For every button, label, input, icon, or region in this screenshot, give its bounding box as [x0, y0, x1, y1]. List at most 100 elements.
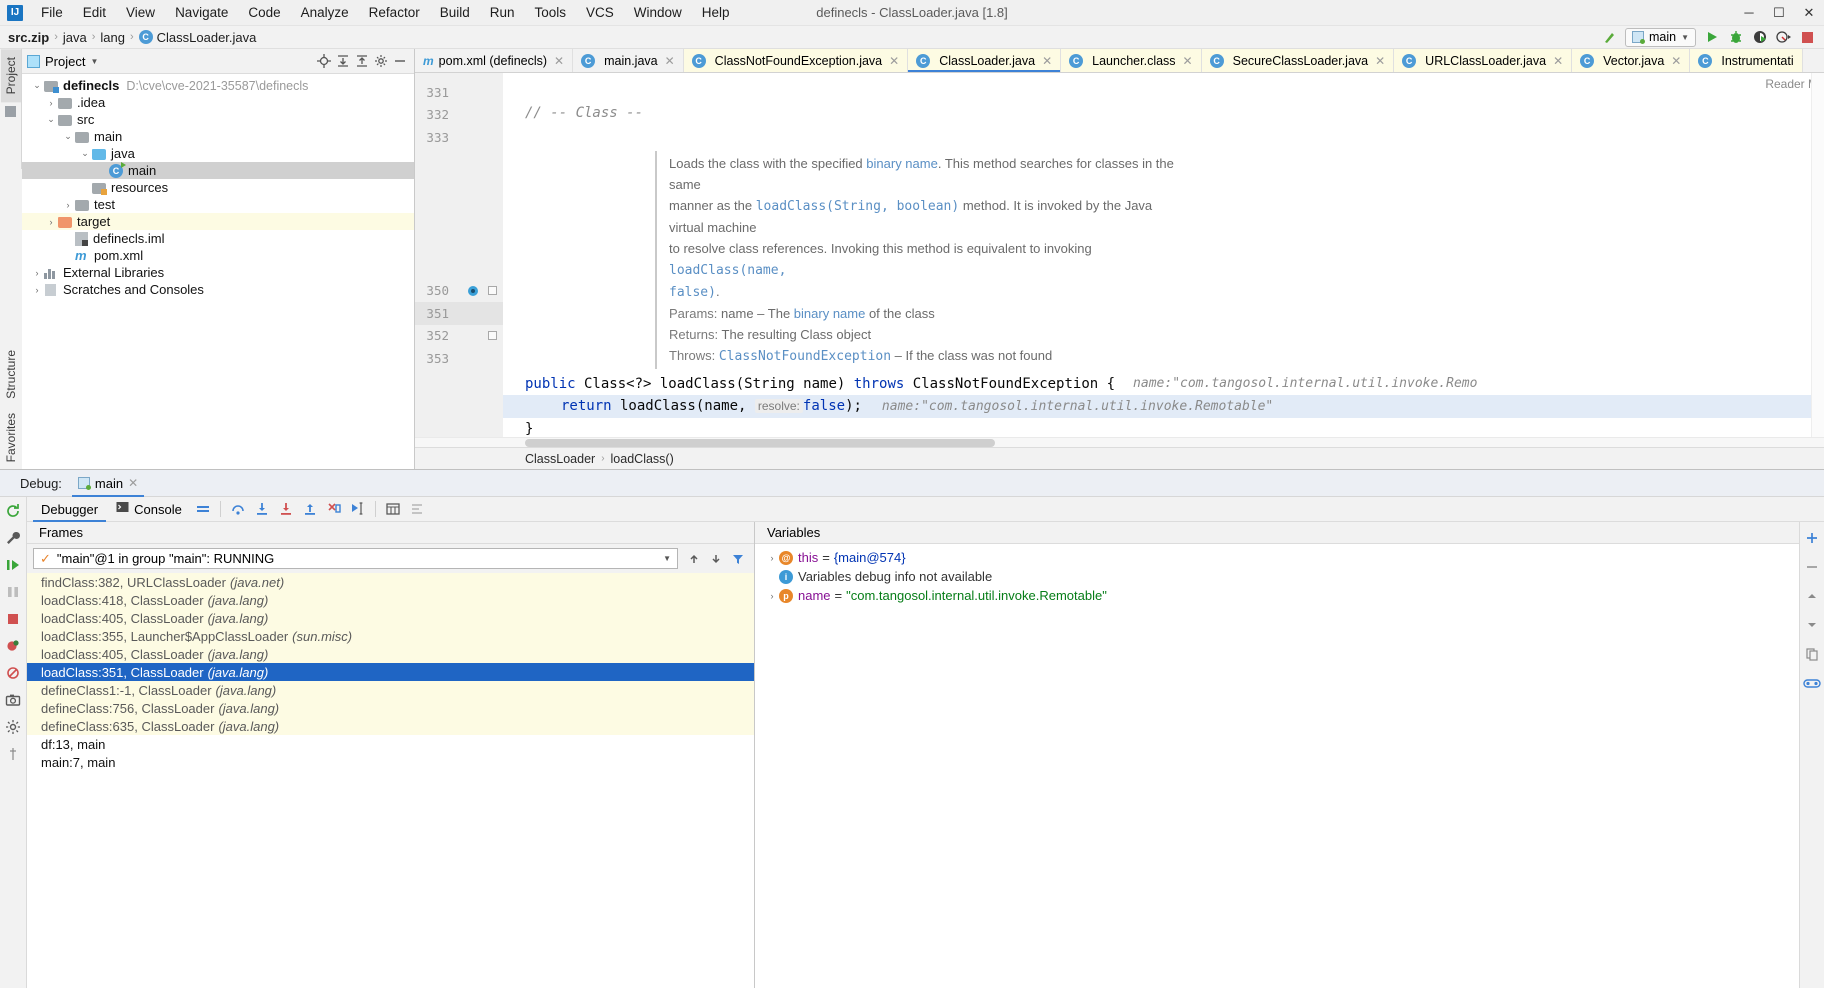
chevron-down-icon[interactable]: ⌄ — [61, 131, 75, 142]
breadcrumb-lang[interactable]: lang — [100, 30, 125, 45]
settings-gear-icon[interactable] — [4, 717, 23, 736]
editor-tab-classloader[interactable]: C ClassLoader.java ✕ — [908, 49, 1062, 72]
tree-item-resources[interactable]: › resources — [22, 179, 414, 196]
profile-icon[interactable] — [1775, 29, 1792, 46]
close-button[interactable]: ✕ — [1794, 0, 1824, 26]
copy-icon[interactable] — [1803, 644, 1822, 663]
tree-item-external-libraries[interactable]: › External Libraries — [22, 264, 414, 281]
chevron-right-icon[interactable]: › — [765, 553, 779, 563]
camera-icon[interactable] — [4, 690, 23, 709]
tree-item-src-main[interactable]: ⌄ main — [22, 128, 414, 145]
menu-refactor[interactable]: Refactor — [359, 1, 430, 24]
chevron-down-icon[interactable]: ⌄ — [78, 148, 92, 159]
variable-row-this[interactable]: › @ this = {main@574} — [755, 548, 1799, 567]
frame-row[interactable]: loadClass:355, Launcher$AppClassLoader (… — [27, 627, 754, 645]
editor-tab-classnotfoundexception[interactable]: C ClassNotFoundException.java ✕ — [683, 49, 909, 72]
close-icon[interactable]: ✕ — [889, 54, 899, 68]
tree-item-pom-xml[interactable]: › m pom.xml — [22, 247, 414, 264]
frame-row[interactable]: loadClass:405, ClassLoader (java.lang) — [27, 645, 754, 663]
filter-icon[interactable] — [728, 549, 748, 569]
code-line-comment[interactable]: // -- Class -- — [503, 102, 1824, 125]
stop-icon[interactable] — [1799, 29, 1816, 46]
tree-item-main-class[interactable]: › C main — [22, 161, 414, 179]
debug-icon[interactable] — [1727, 29, 1744, 46]
close-icon[interactable]: ✕ — [554, 54, 564, 68]
close-icon[interactable]: ✕ — [1375, 54, 1385, 68]
chevron-right-icon[interactable]: › — [44, 217, 58, 227]
run-icon[interactable] — [1703, 29, 1720, 46]
frames-list[interactable]: findClass:382, URLClassLoader (java.net)… — [27, 573, 754, 988]
project-title[interactable]: Project ▼ — [27, 54, 98, 69]
frame-row[interactable]: loadClass:405, ClassLoader (java.lang) — [27, 609, 754, 627]
collapse-all-icon[interactable] — [352, 52, 371, 71]
frame-row[interactable]: df:13, main — [27, 735, 754, 753]
hide-panel-icon[interactable] — [390, 52, 409, 71]
resume-icon[interactable] — [4, 555, 23, 574]
code-line-350[interactable]: public Class<?> loadClass(String name) t… — [503, 373, 1824, 396]
gutter-line-353[interactable]: 353 — [415, 347, 503, 370]
step-out-icon[interactable] — [299, 499, 321, 520]
close-icon[interactable]: ✕ — [1183, 54, 1193, 68]
chevron-right-icon[interactable]: › — [30, 268, 44, 278]
breadcrumb-src-zip[interactable]: src.zip — [4, 30, 49, 45]
menu-build[interactable]: Build — [430, 1, 480, 24]
breakpoint-icon[interactable] — [467, 285, 479, 297]
editor-tab-instrumentation[interactable]: C Instrumentati — [1690, 49, 1803, 72]
frame-up-icon[interactable] — [684, 549, 704, 569]
settings-lines-icon[interactable] — [406, 499, 428, 520]
editor-horizontal-scrollbar[interactable] — [415, 437, 1824, 447]
sidebar-tab-favorites[interactable]: Favorites — [1, 406, 21, 469]
gutter-line-352[interactable]: 352 — [415, 325, 503, 348]
menu-analyze[interactable]: Analyze — [291, 1, 359, 24]
step-into-icon[interactable] — [251, 499, 273, 520]
sidebar-tab-structure[interactable]: Structure — [1, 343, 21, 406]
tab-debugger[interactable]: Debugger — [33, 497, 107, 522]
javadoc-link-loadclass-signature[interactable]: loadClass(String, boolean) — [756, 199, 960, 214]
settings-icon[interactable] — [371, 52, 390, 71]
frame-row[interactable]: main:7, main — [27, 753, 754, 771]
stop-icon[interactable] — [4, 609, 23, 628]
gutter-line-351[interactable]: 351 — [415, 302, 503, 325]
javadoc-link-binary-name[interactable]: binary name — [794, 306, 866, 321]
close-icon[interactable]: ✕ — [665, 54, 675, 68]
variable-row-name[interactable]: › p name = "com.tangosol.internal.util.i… — [755, 586, 1799, 605]
tree-item-definecls[interactable]: ⌄ definecls D:\cve\cve-2021-35587\define… — [22, 77, 414, 94]
sidebar-tab-project[interactable]: Project — [0, 49, 21, 103]
javadoc-link-classnotfoundexception[interactable]: ClassNotFoundException — [719, 349, 891, 364]
tree-item-test[interactable]: › test — [22, 196, 414, 213]
close-icon[interactable]: ✕ — [1042, 54, 1052, 68]
close-icon[interactable]: ✕ — [128, 476, 138, 490]
breadcrumb-classloader[interactable]: ClassLoader — [525, 452, 595, 466]
mute-breakpoints-icon[interactable] — [4, 663, 23, 682]
variables-list[interactable]: › @ this = {main@574} i Variables debug … — [755, 544, 1799, 988]
frame-row[interactable]: defineClass:756, ClassLoader (java.lang) — [27, 699, 754, 717]
frame-down-icon[interactable] — [706, 549, 726, 569]
breadcrumb-loadclass[interactable]: loadClass() — [611, 452, 674, 466]
menu-window[interactable]: Window — [624, 1, 692, 24]
force-step-into-icon[interactable] — [275, 499, 297, 520]
run-configuration-selector[interactable]: main ▼ — [1624, 27, 1696, 47]
move-down-icon[interactable] — [1803, 615, 1822, 634]
menu-file[interactable]: File — [31, 1, 73, 24]
editor-tab-pom-xml[interactable]: m pom.xml (definecls) ✕ — [415, 49, 574, 72]
chevron-down-icon[interactable]: ▼ — [663, 554, 671, 563]
rerun-icon[interactable] — [4, 501, 23, 520]
locate-icon[interactable] — [314, 52, 333, 71]
step-over-icon[interactable] — [227, 499, 249, 520]
menu-navigate[interactable]: Navigate — [165, 1, 238, 24]
code-view[interactable]: // -- Class -- Loads the class with the … — [503, 73, 1824, 437]
editor-tab-secureclassloader[interactable]: C SecureClassLoader.java ✕ — [1201, 49, 1395, 72]
editor-vertical-scrollbar[interactable] — [1811, 73, 1824, 437]
frame-row[interactable]: loadClass:418, ClassLoader (java.lang) — [27, 591, 754, 609]
fold-marker-icon[interactable] — [488, 286, 497, 296]
chevron-down-icon[interactable]: ⌄ — [30, 80, 44, 91]
frame-row[interactable]: findClass:382, URLClassLoader (java.net) — [27, 573, 754, 591]
menu-vcs[interactable]: VCS — [576, 1, 624, 24]
frame-row-selected[interactable]: loadClass:351, ClassLoader (java.lang) — [27, 663, 754, 681]
chevron-right-icon[interactable]: › — [61, 200, 75, 210]
tab-console[interactable]: Console — [108, 497, 190, 522]
menu-view[interactable]: View — [116, 1, 165, 24]
remove-variable-icon[interactable] — [1803, 557, 1822, 576]
javadoc-link-loadclass-name[interactable]: loadClass(name, — [669, 263, 786, 278]
layout-icon[interactable] — [192, 499, 214, 520]
